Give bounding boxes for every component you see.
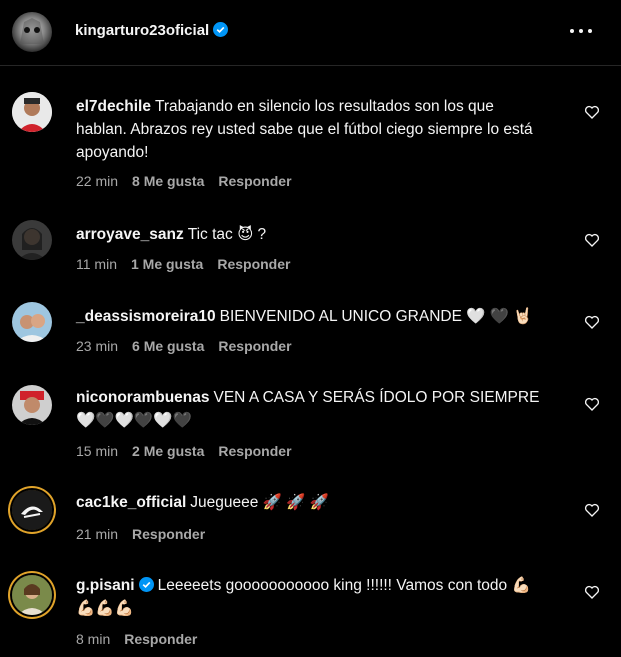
verified-icon [213,22,229,37]
comment-likes[interactable]: 6 Me gusta [132,338,204,354]
comment-text: el7dechile Trabajando en silencio los res… [76,98,533,161]
heart-icon[interactable] [584,104,600,120]
avatar[interactable] [12,220,52,260]
comment-time: 23 min [76,338,119,354]
comment-text: g.pisani Leeeeets gooooooooooo king !!!!!… [76,577,531,617]
avatar[interactable] [12,92,52,132]
comment-likes[interactable]: 1 Me gusta [131,256,203,272]
reply-button[interactable]: Responder [124,631,197,647]
comment-text: arroyave_sanz Tic tac 😈 ? [76,226,267,243]
reply-button[interactable]: Responder [132,526,205,542]
comment-time: 15 min [76,443,119,459]
comment-meta: 21 min Responder [76,526,219,542]
heart-icon[interactable] [584,396,600,412]
comment-text: cac1ke_official Juegueee 🚀 🚀 🚀 [76,494,330,511]
comment-meta: 22 min 8 Me gusta Responder [76,173,306,189]
comment-username[interactable]: niconorambuenas [76,389,210,406]
reply-button[interactable]: Responder [218,338,291,354]
comment-username[interactable]: _deassismoreira10 [76,308,216,325]
comment-username[interactable]: arroyave_sanz [76,226,184,243]
heart-icon[interactable] [584,232,600,248]
verified-icon [138,577,154,592]
comment-meta: 15 min 2 Me gusta Responder [76,443,306,459]
avatar[interactable] [12,302,52,342]
avatar[interactable] [12,575,52,615]
heart-icon[interactable] [584,584,600,600]
heart-icon[interactable] [584,314,600,330]
comment-username[interactable]: g.pisani [76,577,154,594]
comment-meta: 11 min 1 Me gusta Responder [76,256,304,272]
comment-time: 21 min [76,526,119,542]
comment-text: niconorambuenas VEN A CASA Y SERÁS ÍDOLO … [76,389,540,429]
comment-meta: 23 min 6 Me gusta Responder [76,338,306,354]
profile-username[interactable]: kingarturo23oficial [75,22,229,39]
comment-time: 11 min [76,256,117,272]
comment-meta: 8 min Responder [76,631,211,647]
reply-button[interactable]: Responder [217,256,290,272]
comment-username[interactable]: el7dechile [76,98,151,115]
profile-avatar[interactable] [12,12,52,52]
comment-text: _deassismoreira10 BIENVENIDO AL UNICO GRA… [76,308,533,325]
more-options-icon[interactable] [570,28,594,36]
comment-time: 22 min [76,173,119,189]
comment-username[interactable]: cac1ke_official [76,494,186,511]
comment-time: 8 min [76,631,111,647]
comment-likes[interactable]: 2 Me gusta [132,443,204,459]
heart-icon[interactable] [584,502,600,518]
reply-button[interactable]: Responder [218,443,291,459]
avatar[interactable] [12,385,52,425]
post-header: kingarturo23oficial [0,0,621,66]
comment-likes[interactable]: 8 Me gusta [132,173,204,189]
reply-button[interactable]: Responder [218,173,291,189]
avatar[interactable] [12,490,52,530]
